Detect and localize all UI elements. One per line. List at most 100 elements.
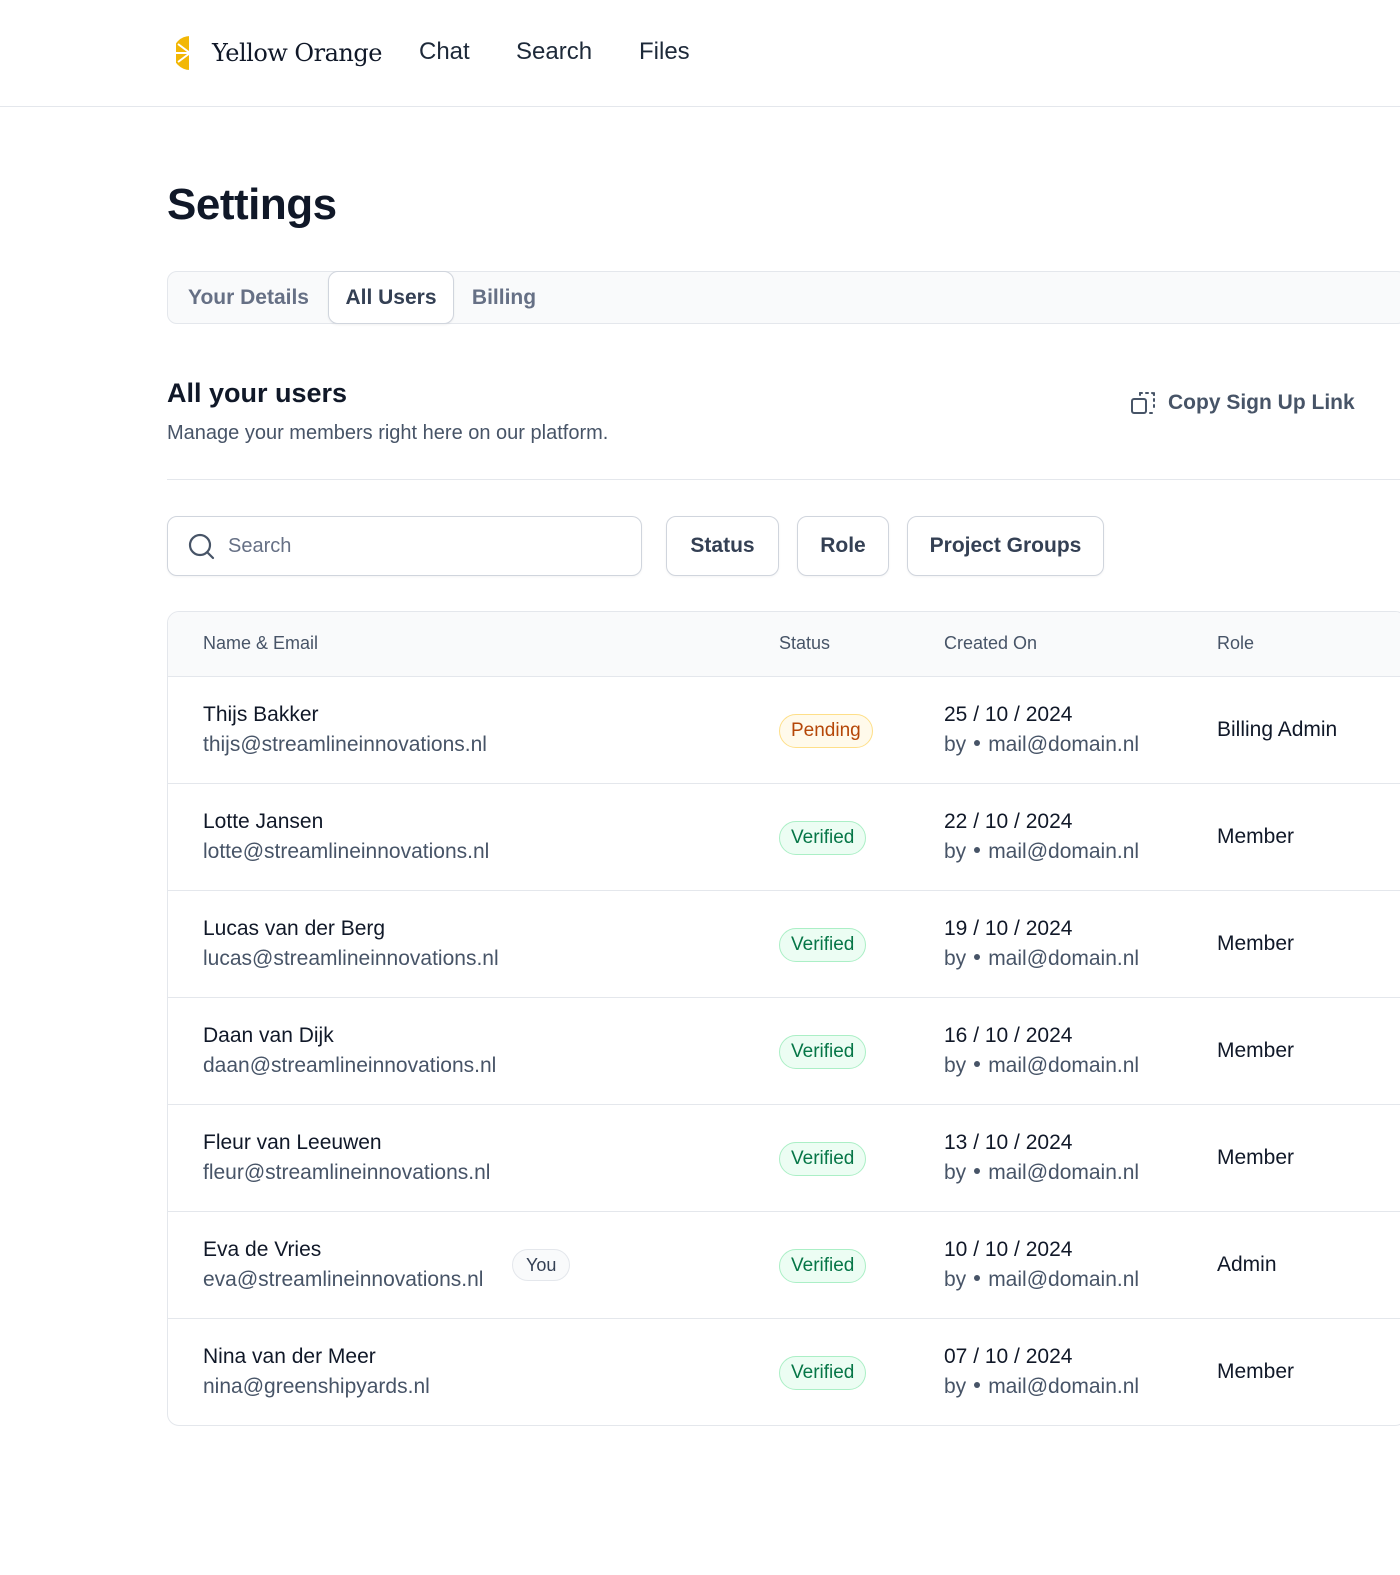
created-by: by mail@domain.nl xyxy=(944,1268,1139,1292)
status-badge: Verified xyxy=(779,1035,867,1069)
created-date: 07 / 10 / 2024 xyxy=(944,1345,1073,1368)
section-divider xyxy=(167,479,1400,480)
user-role: Admin xyxy=(1217,1253,1277,1276)
bullet-dot-icon xyxy=(974,954,981,961)
column-header-role[interactable]: Role xyxy=(1217,633,1254,654)
bullet-dot-icon xyxy=(974,1382,981,1389)
user-name: Lotte Jansen xyxy=(203,810,324,833)
user-email: fleur@streamlineinnovations.nl xyxy=(203,1161,491,1184)
status-badge: Verified xyxy=(779,928,867,962)
status-badge: Verified xyxy=(779,1142,867,1176)
created-by: by mail@domain.nl xyxy=(944,1161,1139,1185)
column-header-name-email[interactable]: Name & Email xyxy=(203,633,318,654)
created-by: by mail@domain.nl xyxy=(944,840,1139,864)
bullet-dot-icon xyxy=(974,740,981,747)
nav-link-files[interactable]: Files xyxy=(639,38,690,66)
nav-link-search[interactable]: Search xyxy=(516,38,592,66)
project-groups-filter-button[interactable]: Project Groups xyxy=(907,516,1104,576)
copy-sign-up-link-button[interactable]: Copy Sign Up Link xyxy=(1130,389,1355,417)
table-row[interactable]: Eva de Vries eva@streamlineinnovations.n… xyxy=(168,1212,1400,1319)
status-badge: Pending xyxy=(779,714,873,748)
users-table: Name & Email Status Created On Role Thij… xyxy=(167,611,1400,1426)
column-header-status[interactable]: Status xyxy=(779,633,830,654)
created-date: 13 / 10 / 2024 xyxy=(944,1131,1073,1154)
bullet-dot-icon xyxy=(974,1168,981,1175)
user-role: Member xyxy=(1217,1039,1295,1062)
page-title: Settings xyxy=(167,180,337,229)
settings-tabs: Your Details All Users Billing xyxy=(167,271,1400,324)
created-by: by mail@domain.nl xyxy=(944,733,1139,757)
user-role: Member xyxy=(1217,1146,1295,1169)
orange-slice-logo-icon xyxy=(176,36,191,70)
created-date: 22 / 10 / 2024 xyxy=(944,810,1073,833)
user-email: daan@streamlineinnovations.nl xyxy=(203,1054,497,1077)
created-by-email: mail@domain.nl xyxy=(988,840,1140,863)
created-by-prefix: by xyxy=(944,1161,967,1184)
copy-icon xyxy=(1131,392,1155,414)
user-email: thijs@streamlineinnovations.nl xyxy=(203,733,487,756)
bullet-dot-icon xyxy=(974,1275,981,1282)
table-row[interactable]: Thijs Bakker thijs@streamlineinnovations… xyxy=(168,677,1400,784)
nav-link-chat[interactable]: Chat xyxy=(419,38,470,66)
user-email: nina@greenshipyards.nl xyxy=(203,1375,430,1398)
tab-billing[interactable]: Billing xyxy=(458,271,550,324)
user-role: Member xyxy=(1217,1360,1295,1383)
user-role: Member xyxy=(1217,932,1295,955)
bullet-dot-icon xyxy=(974,847,981,854)
you-badge: You xyxy=(512,1249,571,1281)
table-row[interactable]: Lotte Jansen lotte@streamlineinnovations… xyxy=(168,784,1400,891)
user-name: Eva de Vries xyxy=(203,1238,322,1261)
brand-logo[interactable]: Yellow Orange xyxy=(176,32,382,74)
created-by: by mail@domain.nl xyxy=(944,1375,1139,1399)
created-by-prefix: by xyxy=(944,840,967,863)
created-by-prefix: by xyxy=(944,1054,967,1077)
top-navigation: Yellow Orange Chat Search Files xyxy=(0,0,1400,107)
copy-sign-up-link-label: Copy Sign Up Link xyxy=(1168,391,1355,414)
section-title: All your users xyxy=(167,378,348,408)
user-name: Daan van Dijk xyxy=(203,1024,334,1047)
table-row[interactable]: Fleur van Leeuwen fleur@streamlineinnova… xyxy=(168,1105,1400,1212)
user-email: eva@streamlineinnovations.nl xyxy=(203,1268,484,1291)
user-name: Lucas van der Berg xyxy=(203,917,386,940)
status-badge: Verified xyxy=(779,1356,867,1390)
bullet-dot-icon xyxy=(974,1061,981,1068)
section-subtitle: Manage your members right here on our pl… xyxy=(167,422,609,444)
created-by-email: mail@domain.nl xyxy=(988,1161,1140,1184)
tab-all-users[interactable]: All Users xyxy=(328,271,454,324)
created-by-prefix: by xyxy=(944,733,967,756)
user-role: Billing Admin xyxy=(1217,718,1338,741)
search-icon xyxy=(188,533,215,560)
status-badge: Verified xyxy=(779,821,867,855)
search-input[interactable] xyxy=(228,529,618,563)
created-by-email: mail@domain.nl xyxy=(988,1268,1140,1291)
created-by: by mail@domain.nl xyxy=(944,947,1139,971)
role-filter-button[interactable]: Role xyxy=(797,516,889,576)
created-by-prefix: by xyxy=(944,1268,967,1291)
created-by-email: mail@domain.nl xyxy=(988,733,1140,756)
created-date: 10 / 10 / 2024 xyxy=(944,1238,1073,1261)
table-row[interactable]: Daan van Dijk daan@streamlineinnovations… xyxy=(168,998,1400,1105)
user-email: lotte@streamlineinnovations.nl xyxy=(203,840,490,863)
table-row[interactable]: Lucas van der Berg lucas@streamlineinnov… xyxy=(168,891,1400,998)
status-filter-button[interactable]: Status xyxy=(666,516,779,576)
created-by-email: mail@domain.nl xyxy=(988,1054,1140,1077)
user-role: Member xyxy=(1217,825,1295,848)
created-date: 16 / 10 / 2024 xyxy=(944,1024,1073,1047)
user-search-box[interactable] xyxy=(167,516,642,576)
created-date: 25 / 10 / 2024 xyxy=(944,703,1073,726)
user-name: Nina van der Meer xyxy=(203,1345,376,1368)
table-header: Name & Email Status Created On Role xyxy=(168,612,1400,677)
created-by-prefix: by xyxy=(944,1375,967,1398)
tab-your-details[interactable]: Your Details xyxy=(168,271,329,324)
brand-name: Yellow Orange xyxy=(212,39,382,67)
created-by-email: mail@domain.nl xyxy=(988,1375,1140,1398)
column-header-created-on[interactable]: Created On xyxy=(944,633,1037,654)
status-badge: Verified xyxy=(779,1249,867,1283)
table-row[interactable]: Nina van der Meer nina@greenshipyards.nl… xyxy=(168,1319,1400,1425)
user-name: Thijs Bakker xyxy=(203,703,319,726)
created-by-prefix: by xyxy=(944,947,967,970)
created-by-email: mail@domain.nl xyxy=(988,947,1140,970)
user-email: lucas@streamlineinnovations.nl xyxy=(203,947,499,970)
created-date: 19 / 10 / 2024 xyxy=(944,917,1073,940)
created-by: by mail@domain.nl xyxy=(944,1054,1139,1078)
